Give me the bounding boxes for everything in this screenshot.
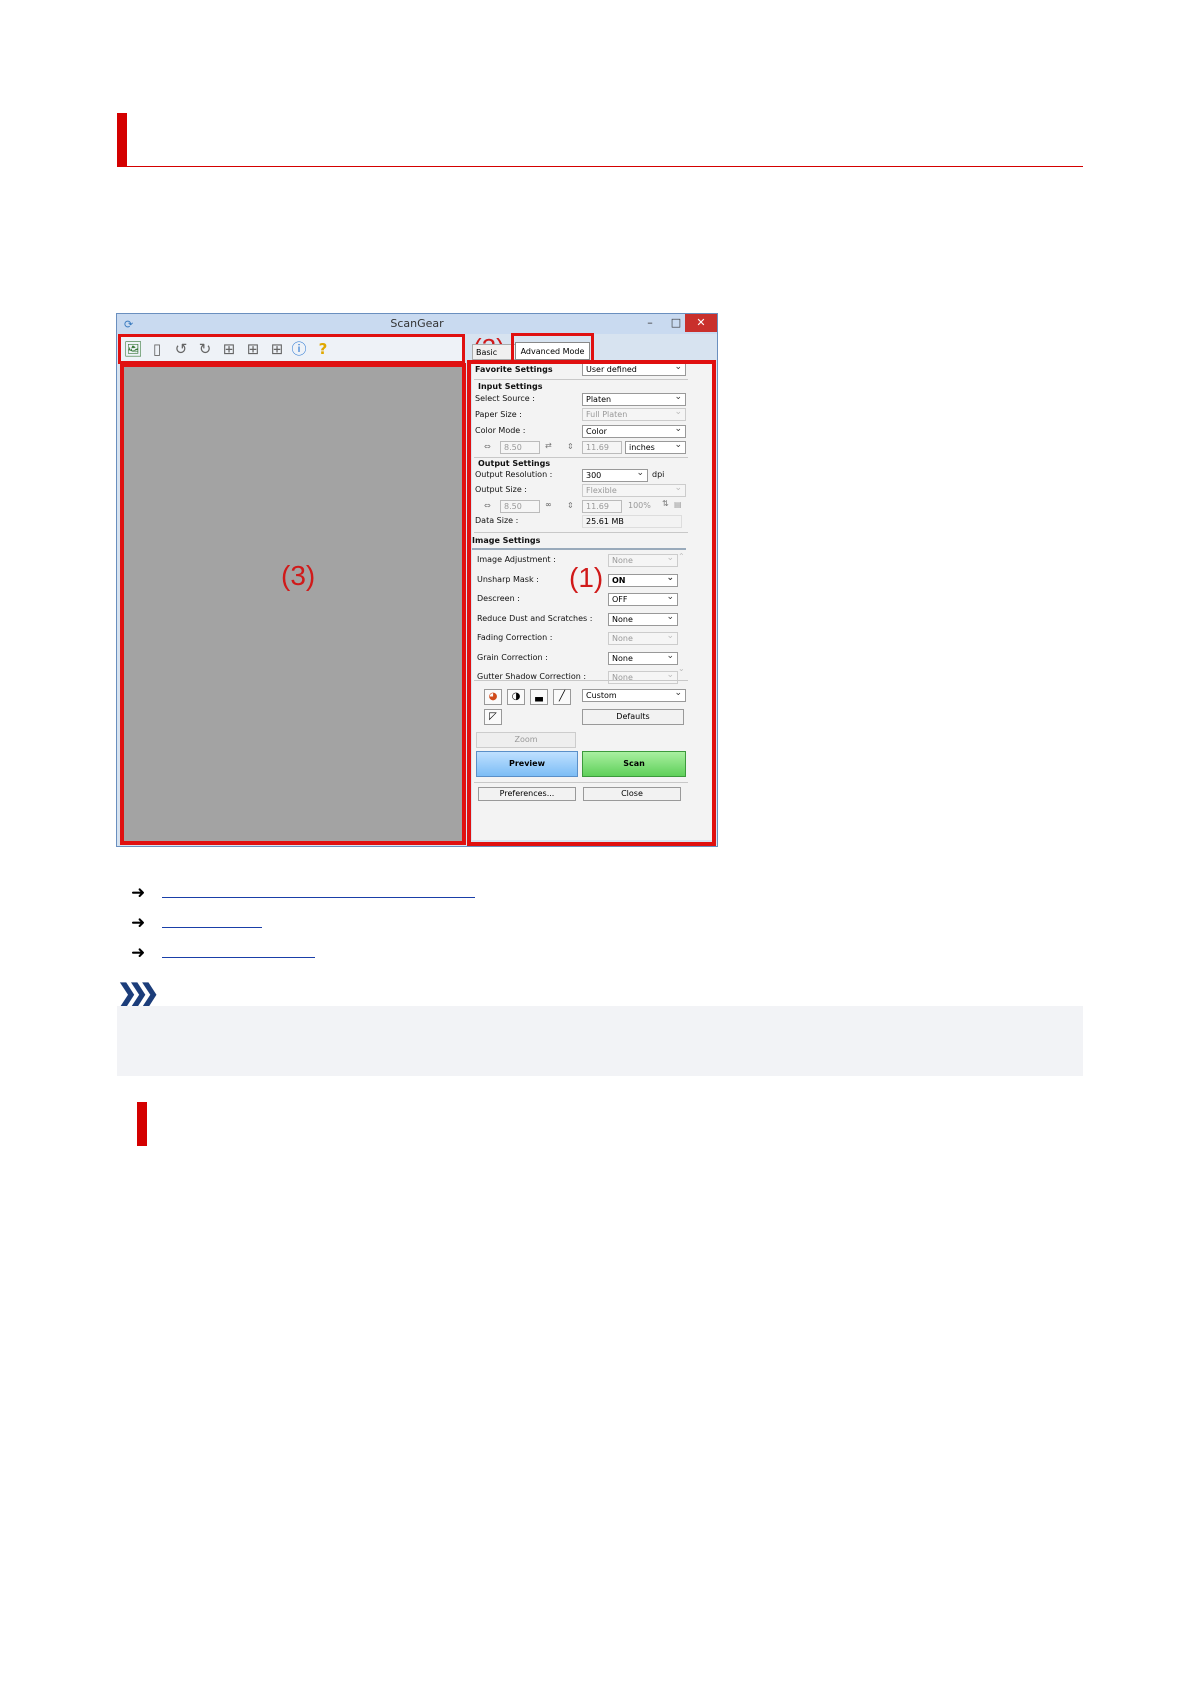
title-bar: ⟳ ScanGear – □ ✕ [117, 314, 717, 334]
minimize-icon[interactable]: – [637, 314, 663, 332]
close-icon[interactable]: ✕ [685, 314, 717, 332]
subheading-accent-bar [137, 1102, 147, 1146]
arrow-right-icon: ➜ [131, 943, 146, 962]
callout-frame-tab [511, 333, 594, 363]
arrow-right-icon: ➜ [131, 913, 146, 932]
callout-label-1: (1) [569, 562, 604, 593]
arrow-right-icon: ➜ [131, 883, 146, 902]
callout-label-3: (3) [281, 560, 316, 591]
callout-frame-settings [467, 360, 716, 846]
link-underline[interactable] [162, 927, 262, 928]
note-box [117, 1006, 1083, 1076]
heading-rule [117, 166, 1083, 167]
link-underline[interactable] [162, 957, 315, 958]
heading-accent-bar [117, 113, 127, 167]
note-icon: ❯❯❯ [117, 980, 159, 1007]
link-underline[interactable] [162, 897, 475, 898]
callout-frame-preview [120, 363, 466, 845]
callout-frame-toolbar [118, 334, 465, 364]
window-title: ScanGear [390, 317, 444, 330]
scangear-screenshot: ⟳ ScanGear – □ ✕ 🖼 ▯ ↺ ↻ ⊞ ⊞ ⊞ ⓘ ? (2) (… [116, 313, 718, 847]
